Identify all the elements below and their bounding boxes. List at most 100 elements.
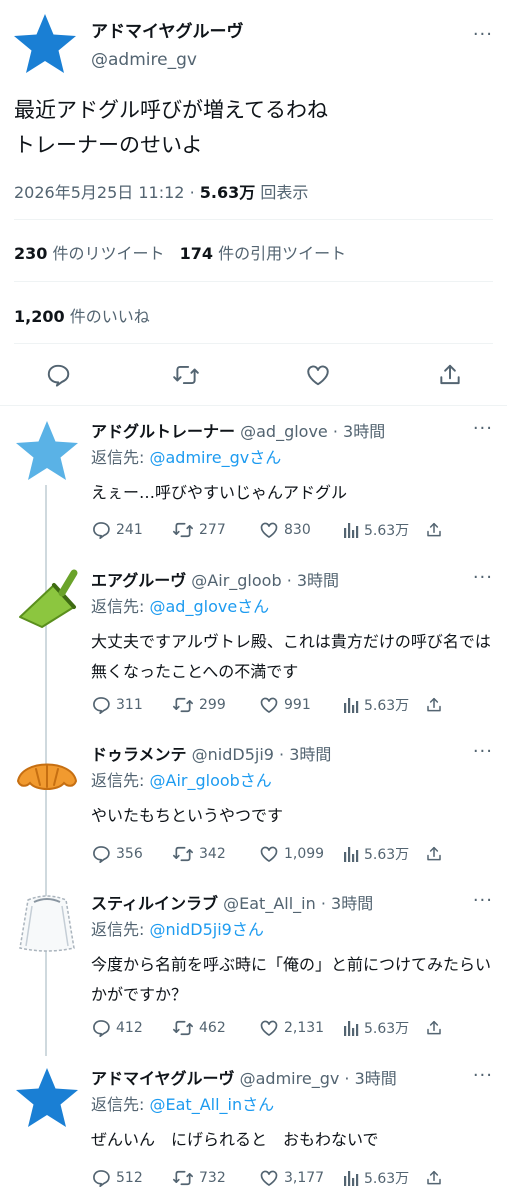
light-blue-star-icon[interactable] xyxy=(14,418,80,484)
more-options-icon[interactable]: ··· xyxy=(473,26,493,44)
reply-icon xyxy=(93,697,110,714)
divider xyxy=(14,343,493,344)
share-button[interactable] xyxy=(425,1167,443,1189)
retweet-count-button[interactable]: 299 xyxy=(172,694,226,716)
engagement-counts: 230 件のリツイート 174 件の引用ツイート xyxy=(14,240,346,264)
more-options-icon[interactable]: ··· xyxy=(473,420,493,438)
reply-time[interactable]: · 3時間 xyxy=(287,571,339,590)
tweet-text: 最近アドグル呼びが増えてるわね トレーナーのせいよ xyxy=(14,93,328,163)
reply-to: 返信先: @Eat_All_inさん xyxy=(91,1091,274,1115)
like-count-button[interactable]: 1,099 xyxy=(259,843,324,865)
reply-count-button[interactable]: 512 xyxy=(91,1167,143,1189)
like-count: 991 xyxy=(284,697,311,713)
retweets-count: 230 xyxy=(14,244,48,263)
views-count-button[interactable]: 5.63万 xyxy=(343,1017,409,1039)
reply-count-button[interactable]: 356 xyxy=(91,843,143,865)
reply-count: 412 xyxy=(116,1020,143,1036)
retweet-icon xyxy=(172,846,193,862)
share-button[interactable] xyxy=(425,519,443,541)
handle[interactable]: @ad_glove xyxy=(240,422,328,441)
like-count-button[interactable]: 2,131 xyxy=(259,1017,324,1039)
views-count: 5.63万 xyxy=(364,523,410,539)
reply-to-mention[interactable]: @Eat_All_inさん xyxy=(150,1095,275,1114)
blue-star-icon[interactable] xyxy=(14,1065,80,1131)
reply-count-button[interactable]: 412 xyxy=(91,1017,143,1039)
more-options-icon[interactable]: ··· xyxy=(473,892,493,910)
display-name[interactable]: エアグルーヴ xyxy=(91,571,186,590)
reply-time[interactable]: · 3時間 xyxy=(321,894,373,913)
handle[interactable]: @nidD5ji9 xyxy=(192,745,274,764)
reply-text: 今度から名前を呼ぶ時に「俺の」と前につけてみたらいかがですか？ xyxy=(91,955,492,1004)
handle[interactable]: @Air_gloob xyxy=(191,571,281,590)
handle[interactable]: @Eat_All_in xyxy=(223,894,316,913)
reply-button[interactable] xyxy=(45,362,71,388)
more-options-icon[interactable]: ··· xyxy=(473,743,493,761)
retweet-count-button[interactable]: 732 xyxy=(172,1167,226,1189)
like-button[interactable] xyxy=(305,362,331,388)
views-count-button[interactable]: 5.63万 xyxy=(343,843,409,865)
reply-to-mention[interactable]: @ad_gloveさん xyxy=(150,597,270,616)
handle[interactable]: @admire_gv xyxy=(240,1069,340,1088)
reply-icon xyxy=(93,522,110,539)
views-count-button[interactable]: 5.63万 xyxy=(343,519,409,541)
retweet-count-button[interactable]: 462 xyxy=(172,1017,226,1039)
reply-time[interactable]: · 3時間 xyxy=(279,745,331,764)
reply-to: 返信先: @nidD5ji9さん xyxy=(91,916,264,940)
reply-stats: 311 299 991 5.63万 xyxy=(91,694,501,716)
like-count-button[interactable]: 991 xyxy=(259,694,311,716)
quotes-label: 件の引用ツイート xyxy=(218,244,347,263)
more-options-icon[interactable]: ··· xyxy=(473,569,493,587)
views-chart-icon xyxy=(344,847,359,862)
share-button[interactable] xyxy=(437,362,463,388)
retweets-link[interactable]: 230 件のリツイート xyxy=(14,244,170,263)
like-count-button[interactable]: 3,177 xyxy=(259,1167,324,1189)
likes-link[interactable]: 1,200 件のいいね xyxy=(14,303,150,327)
views-count-button[interactable]: 5.63万 xyxy=(343,1167,409,1189)
croissant-icon[interactable] xyxy=(14,741,80,807)
reply-count-button[interactable]: 241 xyxy=(91,519,143,541)
blue-star-icon[interactable] xyxy=(12,12,78,76)
like-count-button[interactable]: 830 xyxy=(259,519,311,541)
retweet-count-button[interactable]: 277 xyxy=(172,519,226,541)
views-chart-icon xyxy=(344,1021,359,1036)
reply-to-label: 返信先: xyxy=(91,920,145,939)
divider xyxy=(14,281,493,282)
veil-icon[interactable] xyxy=(14,890,80,956)
display-name[interactable]: ドゥラメンテ xyxy=(91,745,187,764)
display-name[interactable]: スティルインラブ xyxy=(91,894,218,913)
reply-tweet[interactable]: アドマイヤグルーヴ @admire_gv · 3時間 ··· 返信先: @Eat… xyxy=(0,1065,507,1200)
share-button[interactable] xyxy=(425,1017,443,1039)
reply-time[interactable]: · 3時間 xyxy=(333,422,385,441)
more-options-icon[interactable]: ··· xyxy=(473,1067,493,1085)
reply-tweet[interactable]: ドゥラメンテ @nidD5ji9 · 3時間 ··· 返信先: @Air_glo… xyxy=(0,741,507,871)
reply-to-mention[interactable]: @Air_gloobさん xyxy=(150,771,272,790)
share-button[interactable] xyxy=(425,694,443,716)
reply-text: やいたもちというやつです xyxy=(91,806,284,825)
retweet-count: 277 xyxy=(199,522,226,538)
heart-icon xyxy=(260,697,278,713)
reply-to-mention[interactable]: @admire_gvさん xyxy=(150,448,282,467)
quotes-link[interactable]: 174 件の引用ツイート xyxy=(180,244,347,263)
reply-count-button[interactable]: 311 xyxy=(91,694,143,716)
retweet-icon xyxy=(172,522,193,538)
display-name[interactable]: アドグルトレーナー xyxy=(91,422,235,441)
reply-to: 返信先: @ad_gloveさん xyxy=(91,593,269,617)
share-button[interactable] xyxy=(425,843,443,865)
reply-tweet[interactable]: エアグルーヴ @Air_gloob · 3時間 ··· 返信先: @ad_glo… xyxy=(0,567,507,727)
share-icon xyxy=(427,1020,441,1035)
reply-tweet[interactable]: アドグルトレーナー @ad_glove · 3時間 ··· 返信先: @admi… xyxy=(0,418,507,558)
retweet-button[interactable] xyxy=(172,362,200,388)
reply-tweet[interactable]: スティルインラブ @Eat_All_in · 3時間 ··· 返信先: @nid… xyxy=(0,890,507,1050)
author-display-name[interactable]: アドマイヤグルーヴ xyxy=(91,17,244,42)
timestamp[interactable]: 2026年5月25日 11:12 xyxy=(14,183,184,202)
reply-time[interactable]: · 3時間 xyxy=(344,1069,396,1088)
green-dustpan-icon[interactable] xyxy=(14,567,80,633)
reply-to-mention[interactable]: @nidD5ji9さん xyxy=(150,920,264,939)
author-handle[interactable]: @admire_gv xyxy=(91,50,197,70)
retweet-count-button[interactable]: 342 xyxy=(172,843,226,865)
display-name[interactable]: アドマイヤグルーヴ xyxy=(91,1069,235,1088)
share-icon xyxy=(427,522,441,537)
reply-to-label: 返信先: xyxy=(91,448,145,467)
reply-stats: 412 462 2,131 5.63万 xyxy=(91,1017,501,1039)
views-count-button[interactable]: 5.63万 xyxy=(343,694,409,716)
